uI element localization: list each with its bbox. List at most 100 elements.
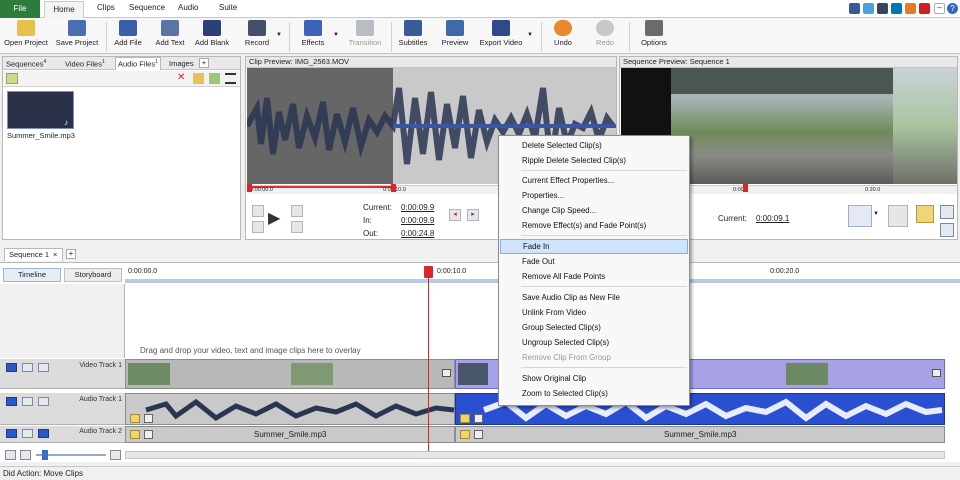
set-out-point-button[interactable]: ▸: [467, 209, 479, 221]
audio-track-2-clip-right[interactable]: Summer_Smile.mp3: [455, 426, 945, 443]
add-tab-button[interactable]: +: [199, 58, 209, 68]
speaker-icon[interactable]: [6, 397, 17, 406]
track-options-icon[interactable]: [38, 397, 49, 406]
export-video-button[interactable]: Export Video: [478, 20, 524, 47]
email-icon[interactable]: [905, 3, 916, 14]
eye-icon[interactable]: [6, 363, 17, 372]
fullscreen-button[interactable]: [940, 223, 954, 237]
fade-star-icon[interactable]: [130, 414, 140, 423]
clip-out-value[interactable]: 0:00:24.8: [401, 229, 434, 238]
twitter-icon[interactable]: [863, 3, 874, 14]
zoom-out-icon[interactable]: [5, 450, 16, 460]
menu-clips[interactable]: Clips: [97, 3, 115, 12]
menu-item-remove-effects[interactable]: Remove Effect(s) and Fade Point(s): [500, 218, 688, 233]
facebook-icon[interactable]: [849, 3, 860, 14]
audio-clip-left[interactable]: [125, 393, 455, 425]
track-options-icon[interactable]: [38, 363, 49, 372]
clip-in-value[interactable]: 0:00:09.9: [401, 216, 434, 225]
next-frame-button[interactable]: [291, 205, 303, 217]
prev-frame-button[interactable]: [252, 221, 264, 233]
move-down-icon[interactable]: [209, 73, 220, 84]
export-dropdown-arrow-icon[interactable]: ▼: [527, 32, 533, 38]
tab-audio-files[interactable]: Audio Files1: [115, 57, 161, 70]
lock-icon[interactable]: [22, 429, 33, 438]
subtitles-button[interactable]: Subtitles: [396, 20, 430, 47]
clip-menu-icon[interactable]: [442, 369, 451, 377]
skip-forward-button[interactable]: [291, 221, 303, 233]
volume-icon[interactable]: [474, 430, 483, 439]
menu-item-unlink-from-video[interactable]: Unlink From Video: [500, 305, 688, 320]
menu-item-properties[interactable]: Properties...: [500, 188, 688, 203]
close-sequence-tab-icon[interactable]: ×: [53, 249, 57, 261]
play-button[interactable]: ▶: [268, 208, 280, 228]
add-blank-button[interactable]: Add Blank: [193, 20, 231, 47]
storyboard-view-tab[interactable]: Storyboard: [64, 268, 122, 282]
clip-menu-icon[interactable]: [932, 369, 941, 377]
skip-back-button[interactable]: [252, 205, 264, 217]
sequence-current-value[interactable]: 0:00:09.1: [756, 214, 789, 223]
options-button[interactable]: Options: [638, 20, 670, 47]
preview-button[interactable]: Preview: [439, 20, 471, 47]
record-dropdown-arrow-icon[interactable]: ▼: [276, 32, 282, 38]
minimize-icon[interactable]: –: [934, 3, 945, 14]
undo-button[interactable]: Undo: [550, 20, 576, 47]
open-project-button[interactable]: Open Project: [3, 20, 49, 47]
resize-button[interactable]: [940, 205, 954, 219]
menu-sequence[interactable]: Sequence: [129, 3, 165, 12]
sequence-playhead-icon[interactable]: [743, 184, 748, 192]
menu-item-group-selected[interactable]: Group Selected Clip(s): [500, 320, 688, 335]
youtube-icon[interactable]: [919, 3, 930, 14]
audio-track-2-clip-left[interactable]: Summer_Smile.mp3: [125, 426, 455, 443]
effects-dropdown-arrow-icon[interactable]: ▼: [333, 32, 339, 38]
record-button[interactable]: Record: [239, 20, 275, 47]
menu-item-current-effect-properties[interactable]: Current Effect Properties...: [500, 173, 688, 188]
timeline-view-tab[interactable]: Timeline: [3, 268, 61, 282]
menu-home[interactable]: Home: [44, 1, 84, 18]
add-sequence-button[interactable]: +: [66, 249, 76, 259]
lock-icon[interactable]: [22, 397, 33, 406]
video-clip-left[interactable]: [125, 359, 455, 389]
timeline-horizontal-scrollbar[interactable]: [125, 451, 945, 459]
speaker-icon[interactable]: [6, 429, 17, 438]
lock-icon[interactable]: [22, 363, 33, 372]
set-in-point-button[interactable]: ◂: [449, 209, 461, 221]
menu-item-zoom-to-selected[interactable]: Zoom to Selected Clip(s): [500, 386, 688, 401]
sequence-tab[interactable]: Sequence 1 ×: [4, 248, 63, 261]
menu-item-fade-out[interactable]: Fade Out: [500, 254, 688, 269]
chroma-key-icon[interactable]: [848, 205, 872, 227]
new-folder-icon[interactable]: [193, 73, 204, 84]
chroma-dropdown-arrow-icon[interactable]: ▼: [873, 211, 879, 217]
menu-item-delete-selected[interactable]: Delete Selected Clip(s): [500, 138, 688, 153]
fade-star-icon[interactable]: [130, 430, 140, 439]
fade-star-icon[interactable]: [460, 414, 470, 423]
tumblr-icon[interactable]: [877, 3, 888, 14]
delete-icon[interactable]: ✕: [177, 73, 188, 84]
clip-playhead-icon[interactable]: [391, 184, 396, 192]
zoom-slider-thumb[interactable]: [42, 450, 48, 460]
volume-icon[interactable]: [144, 414, 153, 423]
list-view-icon[interactable]: [225, 73, 236, 84]
clip-in-marker-icon[interactable]: [247, 184, 252, 192]
tab-video-files[interactable]: Video Files1: [65, 59, 105, 69]
track-options-icon[interactable]: [38, 429, 49, 438]
transition-button[interactable]: Transition: [345, 20, 385, 47]
effects-button[interactable]: Effects: [298, 20, 328, 47]
menu-suite[interactable]: Suite: [219, 3, 237, 12]
volume-icon[interactable]: [474, 414, 483, 423]
clip-current-value[interactable]: 0:00:09.9: [401, 203, 434, 212]
redo-button[interactable]: Redo: [592, 20, 618, 47]
help-icon[interactable]: ?: [947, 3, 958, 14]
menu-item-show-original-clip[interactable]: Show Original Clip: [500, 371, 688, 386]
menu-item-ripple-delete[interactable]: Ripple Delete Selected Clip(s): [500, 153, 688, 168]
menu-file[interactable]: File: [0, 0, 40, 18]
zoom-fit-icon[interactable]: [20, 450, 31, 460]
overlay-button[interactable]: [916, 205, 934, 223]
volume-icon[interactable]: [144, 430, 153, 439]
menu-item-ungroup-selected[interactable]: Ungroup Selected Clip(s): [500, 335, 688, 350]
add-text-button[interactable]: Add Text: [152, 20, 188, 47]
tab-images[interactable]: Images: [169, 59, 194, 68]
zoom-in-icon[interactable]: [110, 450, 121, 460]
add-file-button[interactable]: Add File: [112, 20, 144, 47]
audio-file-thumbnail[interactable]: ♪: [7, 91, 74, 129]
linkedin-icon[interactable]: [891, 3, 902, 14]
